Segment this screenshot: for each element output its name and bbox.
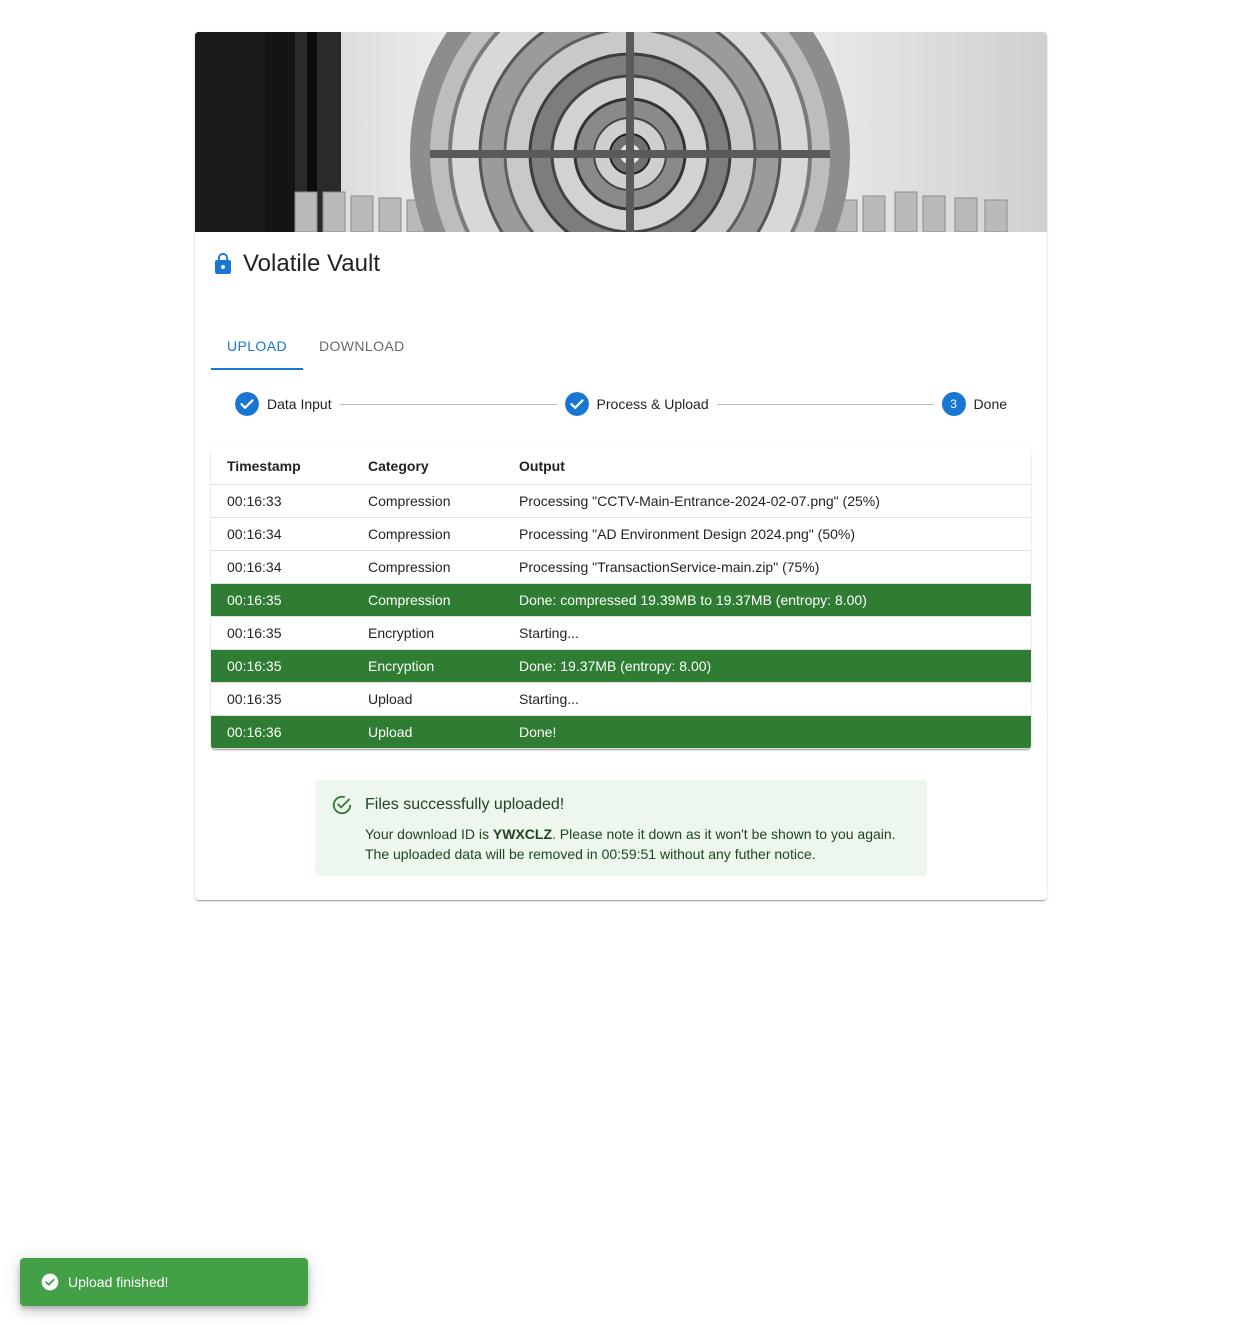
step-label: Done <box>973 396 1008 412</box>
check-circle-icon <box>332 795 352 815</box>
cell-timestamp: 00:16:35 <box>211 583 352 617</box>
cell-category: Compression <box>352 517 503 551</box>
snackbar-message: Upload finished! <box>68 1274 169 1290</box>
tab-upload[interactable]: UPLOAD <box>211 322 303 370</box>
table-row-success: 00:16:35 Encryption Done: 19.37MB (entro… <box>211 649 1031 683</box>
table-header-row: Timestamp Category Output <box>211 448 1031 485</box>
table-row: 00:16:33 Compression Processing "CCTV-Ma… <box>211 484 1031 518</box>
check-circle-icon <box>235 392 259 416</box>
cell-timestamp: 00:16:35 <box>211 682 352 716</box>
column-header-output: Output <box>503 448 1031 485</box>
cell-output: Done: compressed 19.39MB to 19.37MB (ent… <box>503 583 1031 617</box>
alert-line-1: Your download ID is YWXCLZ. Please note … <box>365 824 896 844</box>
step-done: 3 Done <box>941 392 1008 416</box>
snackbar: Upload finished! <box>20 1258 308 1306</box>
table-row: 00:16:35 Upload Starting... <box>211 682 1031 716</box>
alert-body: Your download ID is YWXCLZ. Please note … <box>365 824 896 864</box>
cell-timestamp: 00:16:34 <box>211 517 352 551</box>
lock-icon <box>215 253 231 274</box>
step-connector <box>716 403 934 405</box>
cell-category: Compression <box>352 550 503 584</box>
cell-output: Processing "AD Environment Design 2024.p… <box>503 517 1031 551</box>
table-row-success: 00:16:36 Upload Done! <box>211 715 1031 749</box>
cell-timestamp: 00:16:35 <box>211 649 352 683</box>
cell-category: Compression <box>352 484 503 518</box>
step-label: Data Input <box>267 396 332 412</box>
cell-output: Starting... <box>503 616 1031 650</box>
cell-output: Processing "TransactionService-main.zip"… <box>503 550 1031 584</box>
cell-output: Starting... <box>503 682 1031 716</box>
cell-output: Processing "CCTV-Main-Entrance-2024-02-0… <box>503 484 1031 518</box>
step-connector <box>339 403 557 405</box>
download-id: YWXCLZ <box>492 826 553 842</box>
tab-bar: UPLOAD DOWNLOAD <box>211 322 421 370</box>
column-header-category: Category <box>352 448 503 485</box>
alert-title: Files successfully uploaded! <box>365 796 565 813</box>
vault-card: Volatile Vault UPLOAD DOWNLOAD Data Inpu… <box>195 32 1047 900</box>
success-alert: Files successfully uploaded! Your downlo… <box>315 780 927 876</box>
cell-category: Compression <box>352 583 503 617</box>
cell-timestamp: 00:16:36 <box>211 715 352 749</box>
cell-timestamp: 00:16:33 <box>211 484 352 518</box>
table-row: 00:16:34 Compression Processing "Transac… <box>211 550 1031 584</box>
step-data-input: Data Input <box>235 392 332 416</box>
table-row: 00:16:35 Encryption Starting... <box>211 616 1031 650</box>
cell-category: Upload <box>352 682 503 716</box>
column-header-timestamp: Timestamp <box>211 448 352 485</box>
cell-timestamp: 00:16:35 <box>211 616 352 650</box>
cell-output: Done! <box>503 715 1031 749</box>
table-row-success: 00:16:35 Compression Done: compressed 19… <box>211 583 1031 617</box>
progress-stepper: Data Input Process & Upload 3 Done <box>235 392 1007 416</box>
cell-category: Encryption <box>352 649 503 683</box>
cell-output: Done: 19.37MB (entropy: 8.00) <box>503 649 1031 683</box>
check-circle-icon <box>41 1273 59 1291</box>
check-circle-icon <box>564 392 589 416</box>
page-title: Volatile Vault <box>243 250 380 277</box>
table-row: 00:16:34 Compression Processing "AD Envi… <box>211 517 1031 551</box>
cell-timestamp: 00:16:34 <box>211 550 352 584</box>
alert-line-2: The uploaded data will be removed in 00:… <box>365 846 816 862</box>
cell-category: Encryption <box>352 616 503 650</box>
alert-text: Your download ID is <box>365 826 493 842</box>
step-number-badge: 3 <box>941 392 966 416</box>
step-process-upload: Process & Upload <box>564 392 709 416</box>
alert-text: . Please note it down as it won't be sho… <box>552 826 896 842</box>
step-label: Process & Upload <box>596 396 709 412</box>
tab-download[interactable]: DOWNLOAD <box>303 322 421 370</box>
vault-door-image <box>195 32 1047 232</box>
title-row: Volatile Vault <box>211 250 380 278</box>
cell-category: Upload <box>352 715 503 749</box>
log-table: Timestamp Category Output 00:16:33 Compr… <box>211 448 1031 749</box>
